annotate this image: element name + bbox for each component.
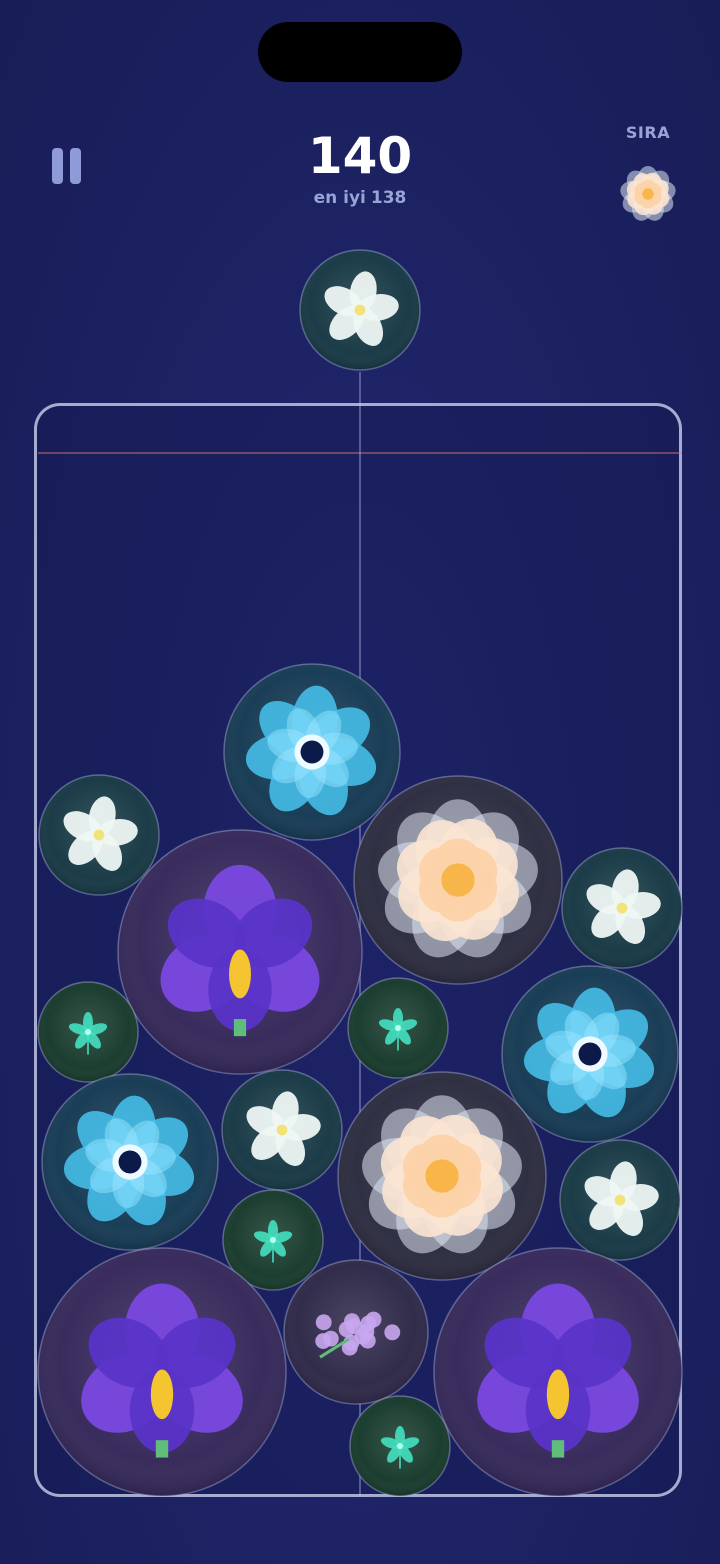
anemone-bubble	[223, 663, 401, 841]
lily-bubble	[38, 774, 160, 896]
peony-bubble	[337, 1071, 547, 1281]
hyacinth-bubble	[283, 1259, 429, 1405]
current-flower-bubble	[299, 249, 421, 371]
lily-bubble	[221, 1069, 343, 1191]
iris-bubble	[37, 1247, 287, 1497]
peony-bubble	[353, 775, 563, 985]
anemone-bubble	[41, 1073, 219, 1251]
bud-bubble	[347, 977, 449, 1079]
iris-bubble	[433, 1247, 683, 1497]
current-drop-bubble[interactable]	[299, 249, 421, 371]
iris-bubble	[117, 829, 363, 1075]
lily-bubble	[561, 847, 683, 969]
bud-bubble	[349, 1395, 451, 1497]
anemone-bubble	[501, 965, 679, 1143]
game-screen: 140 en iyi 138 SIRA	[0, 0, 720, 1564]
bud-bubble	[37, 981, 139, 1083]
lily-bubble	[559, 1139, 681, 1261]
board-layer	[37, 249, 683, 1497]
